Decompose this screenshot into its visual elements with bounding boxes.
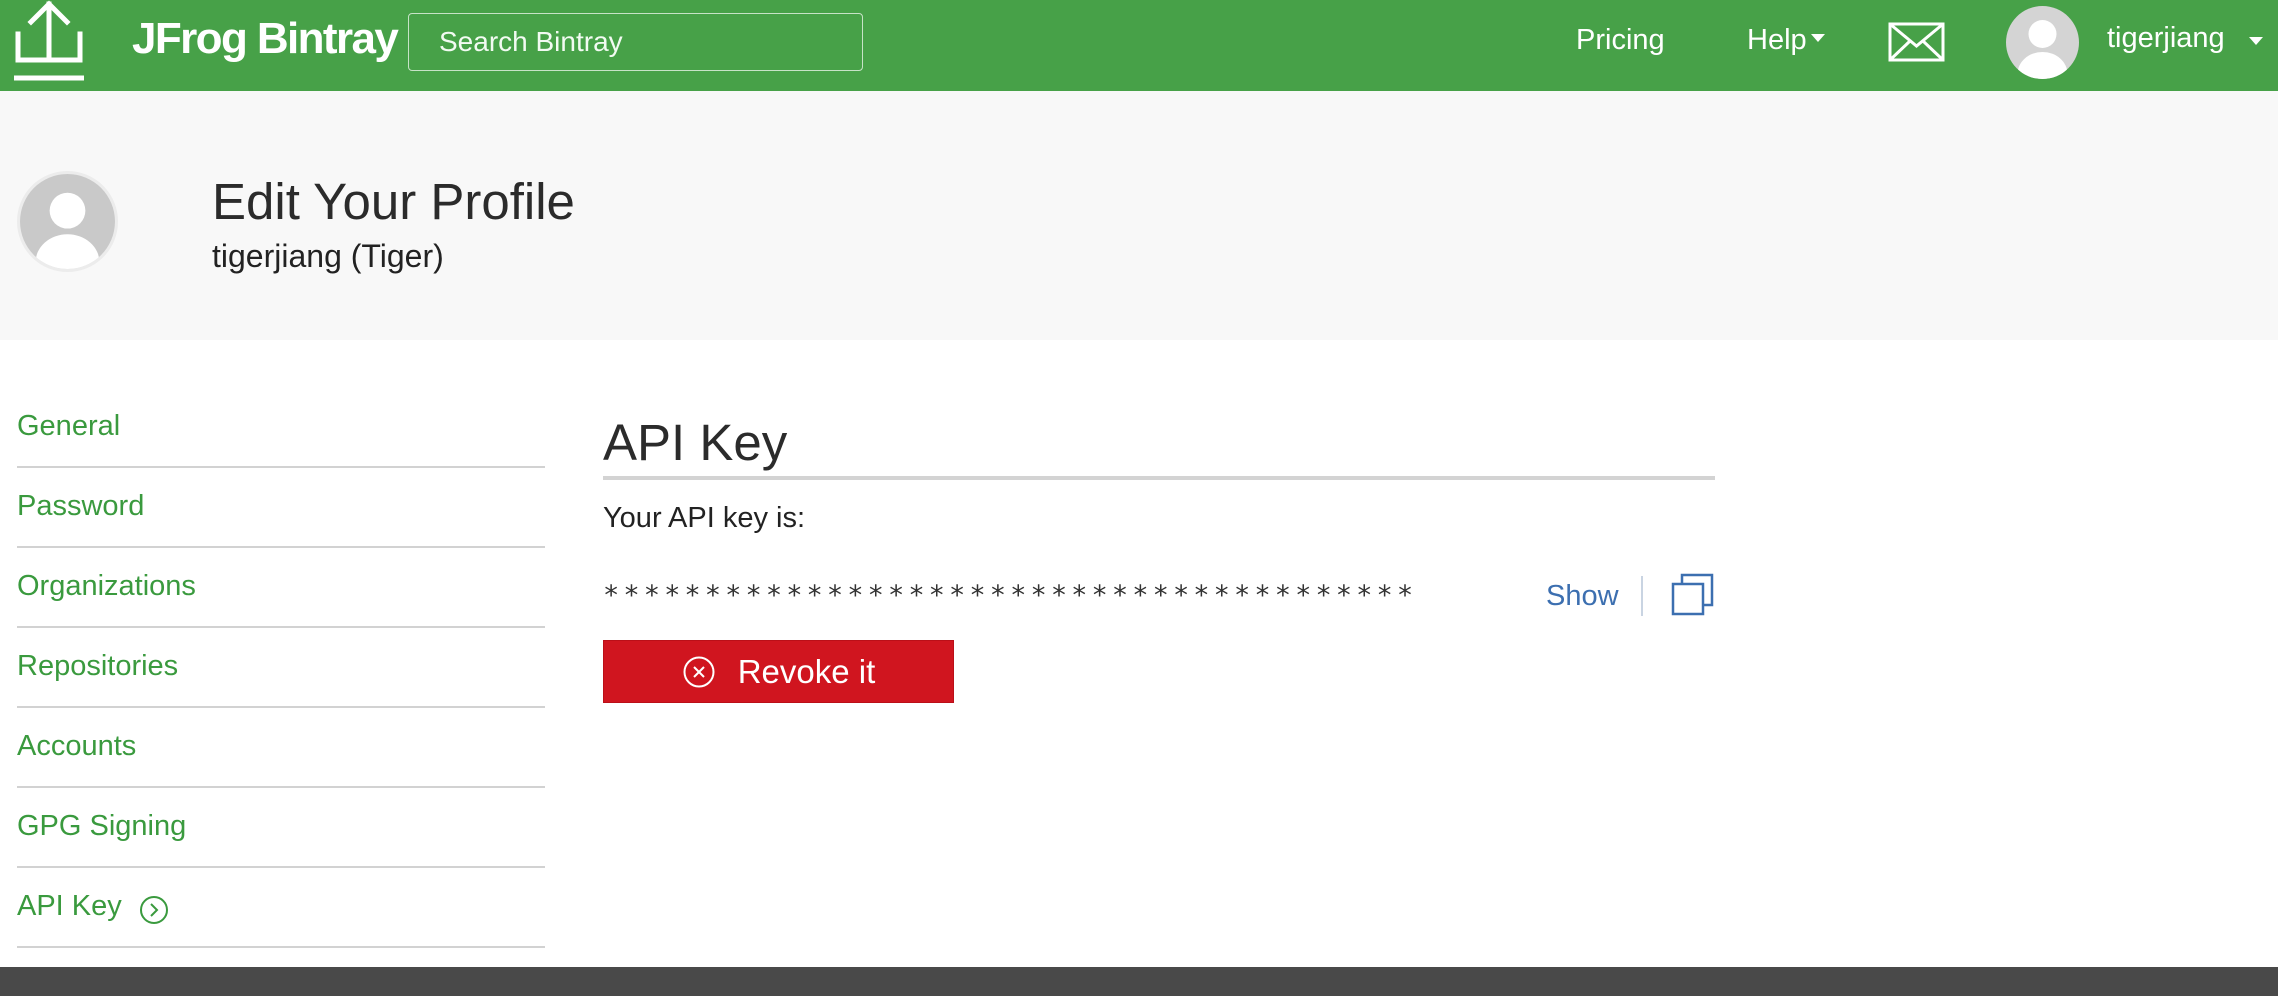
download-arrow-icon[interactable]: [14, 0, 84, 86]
api-key-label: Your API key is:: [603, 502, 806, 534]
chevron-down-icon[interactable]: [2249, 37, 2263, 45]
nav-help-label: Help: [1747, 24, 1807, 56]
sidebar-item-label: API Key: [17, 890, 122, 922]
nav-pricing-link[interactable]: Pricing: [1576, 24, 1665, 57]
revoke-button-label: Revoke it: [737, 652, 876, 690]
profile-username: tigerjiang (Tiger): [212, 238, 444, 274]
envelope-icon[interactable]: [1888, 22, 1945, 62]
sidebar-item-organizations[interactable]: Organizations: [17, 548, 545, 628]
page-title: Edit Your Profile: [212, 173, 575, 230]
revoke-key-button[interactable]: Revoke it: [603, 640, 954, 703]
nav-help-menu[interactable]: Help: [1747, 24, 1825, 57]
sidebar-item-gpg-signing[interactable]: GPG Signing: [17, 788, 545, 868]
divider: [1641, 576, 1643, 616]
sidebar-item-general[interactable]: General: [17, 388, 545, 468]
sidebar-item-repositories[interactable]: Repositories: [17, 628, 545, 708]
close-circle-icon: [683, 656, 715, 687]
api-key-value: ****************************************: [603, 580, 1418, 611]
sidebar-item-password[interactable]: Password: [17, 468, 545, 548]
profile-header: Edit Your Profile tigerjiang (Tiger): [0, 91, 2278, 340]
api-key-panel: API Key Your API key is: ***************…: [603, 412, 1715, 703]
nav-username[interactable]: tigerjiang: [2107, 22, 2225, 55]
chevron-right-circle-icon: [140, 896, 168, 924]
footer-bar: [0, 967, 2278, 996]
settings-sidebar: General Password Organizations Repositor…: [17, 388, 545, 948]
copy-icon[interactable]: [1670, 572, 1715, 617]
chevron-down-icon: [1810, 34, 1825, 43]
search-input[interactable]: [408, 13, 863, 71]
user-avatar-icon[interactable]: [2006, 6, 2079, 79]
brand-logo-text[interactable]: JFrog Bintray: [132, 14, 399, 64]
sidebar-item-api-key[interactable]: API Key: [17, 868, 545, 948]
profile-avatar: [17, 171, 118, 272]
show-key-link[interactable]: Show: [1546, 580, 1619, 613]
sidebar-item-accounts[interactable]: Accounts: [17, 708, 545, 788]
top-navbar: JFrog Bintray Pricing Help tigerjiang: [0, 0, 2278, 91]
section-title: API Key: [603, 412, 1715, 480]
